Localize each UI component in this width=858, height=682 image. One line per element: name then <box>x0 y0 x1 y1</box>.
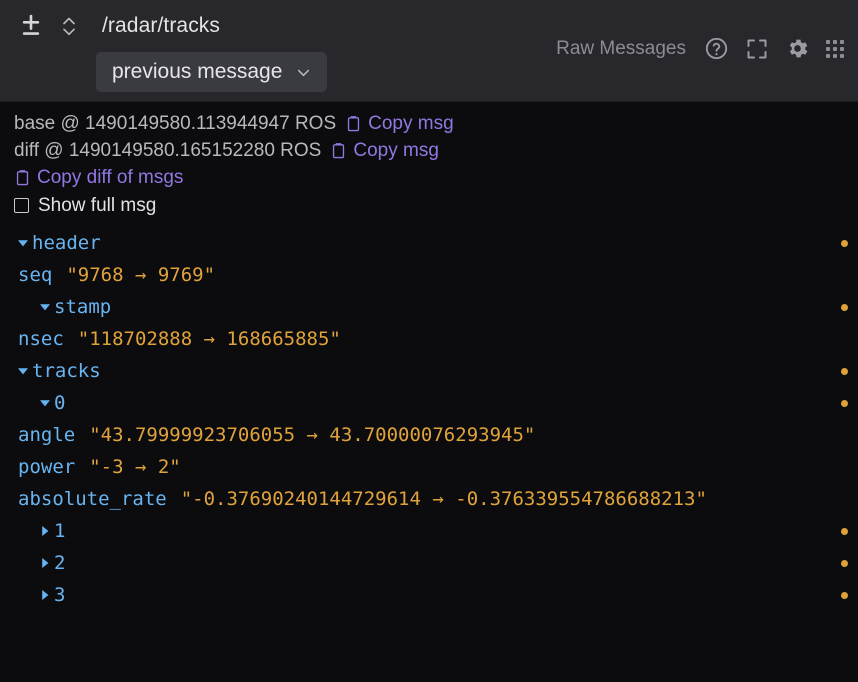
plus-minus-icon[interactable] <box>14 9 48 43</box>
tree-key: absolute_rate <box>18 483 167 515</box>
diff-marker-dot <box>841 528 848 535</box>
diff-marker-dot <box>841 240 848 247</box>
tree-key: nsec <box>18 323 64 355</box>
tree-leaf-row: nsec "118702888 → 168665885" <box>0 323 858 355</box>
copy-base-msg-button[interactable]: Copy msg <box>345 113 454 135</box>
tree-value: "9768 → 9769" <box>66 259 858 291</box>
dropdown-value: previous message <box>112 60 282 84</box>
grid-dots-icon[interactable] <box>826 40 844 58</box>
chevron-down-icon <box>294 63 313 82</box>
copy-diff-of-msgs-label: Copy diff of msgs <box>37 167 183 189</box>
diff-marker-dot <box>841 304 848 311</box>
chevron-right-icon[interactable] <box>36 579 54 611</box>
copy-diff-msg-label: Copy msg <box>353 140 439 162</box>
copy-base-msg-label: Copy msg <box>368 113 454 135</box>
help-circle-icon[interactable] <box>704 36 729 61</box>
base-message-line: base @ 1490149580.113944947 ROS Copy msg <box>14 110 858 137</box>
tree-branch-row[interactable]: 0 <box>0 387 858 419</box>
tree-key: stamp <box>54 291 111 323</box>
diff-timestamp-label: diff @ 1490149580.165152280 ROS <box>14 140 321 162</box>
tree-key: header <box>32 227 101 259</box>
tree-branch-row[interactable]: tracks <box>0 355 858 387</box>
tree-key: power <box>18 451 75 483</box>
raw-messages-panel: /radar/tracks Raw Messages <box>0 0 858 682</box>
tree-branch-row[interactable]: stamp <box>0 291 858 323</box>
chevron-up-down-icon[interactable] <box>58 9 80 43</box>
chevron-down-icon[interactable] <box>36 291 54 323</box>
checkbox-box-icon <box>14 198 29 213</box>
tree-key: angle <box>18 419 75 451</box>
chevron-down-icon[interactable] <box>14 355 32 387</box>
tree-key: tracks <box>32 355 101 387</box>
tree-key: 2 <box>54 547 65 579</box>
clipboard-icon <box>330 142 347 159</box>
clipboard-icon <box>345 115 362 132</box>
gear-icon[interactable] <box>785 36 810 61</box>
show-full-msg-checkbox[interactable]: Show full msg <box>14 192 858 219</box>
tree-key: seq <box>18 259 52 291</box>
tree-branch-row[interactable]: 3 <box>0 579 858 611</box>
panel-toolbar: /radar/tracks Raw Messages <box>0 0 858 102</box>
show-full-msg-label: Show full msg <box>38 195 156 217</box>
tree-branch-row[interactable]: header <box>0 227 858 259</box>
chevron-down-icon[interactable] <box>36 387 54 419</box>
chevron-down-icon[interactable] <box>14 227 32 259</box>
diff-message-line: diff @ 1490149580.165152280 ROS Copy msg <box>14 137 858 164</box>
copy-diff-of-msgs-line: Copy diff of msgs <box>14 164 858 191</box>
copy-diff-of-msgs-button[interactable]: Copy diff of msgs <box>14 167 183 189</box>
tree-value: "-3 → 2" <box>89 451 858 483</box>
tree-key: 3 <box>54 579 65 611</box>
tree-value: "118702888 → 168665885" <box>78 323 858 355</box>
tree-branch-row[interactable]: 2 <box>0 547 858 579</box>
tree-branch-row[interactable]: 1 <box>0 515 858 547</box>
tree-key: 1 <box>54 515 65 547</box>
panel-title: Raw Messages <box>556 38 686 60</box>
topic-path[interactable]: /radar/tracks <box>102 14 220 38</box>
toolbar-right-controls: Raw Messages <box>556 36 844 61</box>
compare-mode-dropdown[interactable]: previous message <box>96 52 327 92</box>
tree-leaf-row: power "-3 → 2" <box>0 451 858 483</box>
tree-leaf-row: absolute_rate "-0.37690240144729614 → -0.… <box>0 483 858 515</box>
tree-key: 0 <box>54 387 65 419</box>
diff-marker-dot <box>841 400 848 407</box>
clipboard-icon <box>14 169 31 186</box>
diff-marker-dot <box>841 368 848 375</box>
tree-leaf-row: angle "43.79999923706055 → 43.70000076293… <box>0 419 858 451</box>
diff-marker-dot <box>841 592 848 599</box>
tree-value: "-0.37690240144729614 → -0.3763395547866… <box>181 483 858 515</box>
base-timestamp-label: base @ 1490149580.113944947 ROS <box>14 113 336 135</box>
tree-leaf-row: seq "9768 → 9769" <box>0 259 858 291</box>
message-meta: base @ 1490149580.113944947 ROS Copy msg… <box>0 102 858 219</box>
fullscreen-icon[interactable] <box>745 37 769 61</box>
diff-marker-dot <box>841 560 848 567</box>
chevron-right-icon[interactable] <box>36 515 54 547</box>
copy-diff-msg-button[interactable]: Copy msg <box>330 140 439 162</box>
chevron-right-icon[interactable] <box>36 547 54 579</box>
message-tree: headerseq "9768 → 9769"stampnsec "11870288… <box>0 219 858 682</box>
tree-value: "43.79999923706055 → 43.70000076293945" <box>89 419 858 451</box>
